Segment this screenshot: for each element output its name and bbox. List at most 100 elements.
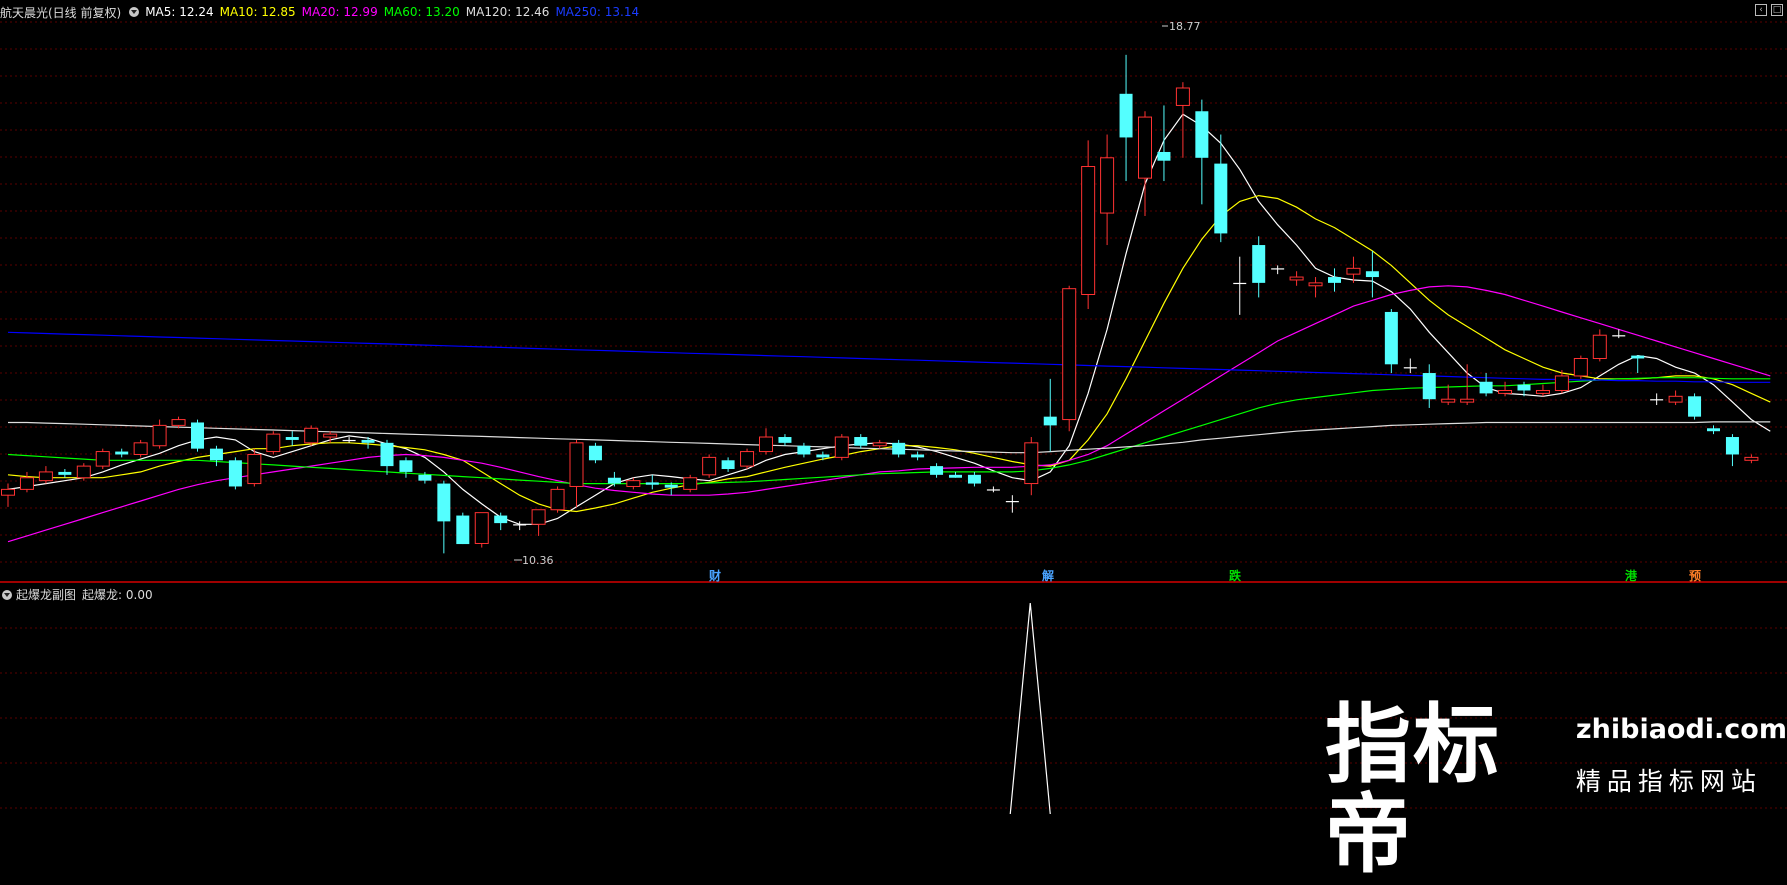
candle-body (1631, 355, 1645, 359)
candle-body (1233, 282, 1247, 285)
candle-body (1498, 389, 1513, 394)
candle-body (834, 436, 849, 458)
candle (361, 437, 375, 449)
collapse-icon[interactable]: ‹ (1755, 4, 1767, 16)
candle-body (209, 448, 223, 461)
candle (778, 434, 792, 446)
candle-body (872, 442, 887, 447)
candle-body (342, 439, 356, 442)
event-marker-hk[interactable]: 港 (1625, 567, 1637, 584)
candle-body (1725, 437, 1739, 455)
candle-body (1612, 335, 1626, 337)
event-marker-unlock[interactable]: 解 (1042, 567, 1054, 584)
ma-line-ma20 (7, 285, 1771, 543)
candle (304, 425, 319, 446)
ma250-label: MA250: 13.14 (555, 5, 640, 19)
price-grid (0, 21, 1787, 563)
candle (1668, 390, 1683, 406)
expand-icon[interactable]: □ (1771, 4, 1783, 16)
candle-body (1195, 111, 1209, 158)
candle-body (626, 480, 641, 487)
watermark-slogan: 精品指标网站 (1575, 767, 1762, 796)
event-marker-forecast[interactable]: 预 (1689, 567, 1701, 584)
candle-body (456, 515, 470, 545)
event-marker-finance[interactable]: 财 (709, 567, 721, 584)
window-controls: ‹ □ (1755, 4, 1783, 16)
candle (1081, 140, 1096, 310)
ma5-label: MA5: 12.24 (145, 5, 214, 19)
candle (834, 434, 849, 461)
candle-body (569, 442, 584, 487)
high-annotation: 18.77 (1162, 20, 1201, 33)
candle (986, 486, 1000, 493)
ma10-label: MA10: 12.85 (219, 5, 296, 19)
candle-body (285, 437, 299, 440)
candle-body (361, 439, 375, 443)
candle-body (58, 471, 72, 475)
candle-body (1592, 334, 1607, 359)
candle-body (740, 451, 755, 467)
event-marker-drop[interactable]: 跌 (1229, 567, 1241, 584)
candle (1308, 277, 1323, 298)
candle-body (513, 524, 527, 526)
candle-body (171, 419, 186, 426)
candle-body (418, 474, 432, 481)
candle-body (1062, 288, 1077, 421)
candle-body (304, 427, 319, 444)
candle-body (474, 512, 489, 544)
candle (949, 471, 962, 478)
ma120-label: MA120: 12.46 (465, 5, 550, 19)
candle-body (1328, 277, 1341, 283)
candle (380, 439, 394, 475)
price-chart[interactable]: 18.77 10.36 (0, 0, 1787, 583)
candle (133, 439, 148, 458)
candle-body (115, 451, 129, 455)
candle-body (664, 484, 678, 488)
candle-body (721, 460, 735, 470)
candle (683, 474, 698, 493)
sub-header: 起爆龙副图 起爆龙: 0.00 (0, 586, 153, 603)
candle (1024, 437, 1039, 496)
candle-body (645, 482, 659, 485)
candle (1100, 134, 1115, 246)
candle-body (1365, 271, 1379, 278)
candle-body (930, 466, 944, 475)
candle-body (380, 442, 394, 467)
candle (266, 431, 281, 455)
dropdown-icon[interactable] (2, 589, 12, 600)
candle (1479, 373, 1493, 397)
candle-body (1403, 367, 1417, 369)
candle-body (437, 483, 451, 522)
dropdown-icon[interactable] (129, 7, 140, 17)
signal-spike (1009, 602, 1051, 814)
candle-body (1024, 442, 1039, 485)
candle-body (133, 442, 148, 455)
candle-body (797, 445, 811, 455)
candle (1592, 329, 1607, 362)
stock-title: 航天晨光(日线 前复权) (0, 5, 122, 20)
candle-body (1100, 157, 1115, 214)
candle (1707, 425, 1720, 435)
candle (1062, 285, 1077, 432)
candle-body (1119, 93, 1133, 138)
candle (1252, 236, 1266, 298)
candle (399, 457, 413, 478)
candle (872, 439, 887, 449)
candle-body (399, 460, 413, 472)
candle (1157, 105, 1171, 182)
candle (58, 469, 72, 478)
candle-body (1650, 399, 1664, 401)
candle-body (1157, 151, 1171, 161)
ma-line-ma10 (7, 194, 1771, 513)
candle (607, 471, 621, 487)
candle (1119, 54, 1133, 182)
candle (1535, 384, 1550, 397)
candle (1043, 378, 1057, 452)
candle-body (1460, 398, 1475, 403)
candle (152, 419, 167, 449)
candle (1271, 265, 1285, 275)
candle-body (1005, 501, 1019, 503)
candle (474, 512, 489, 548)
candle-body (1289, 276, 1304, 281)
candle-body (854, 437, 868, 446)
